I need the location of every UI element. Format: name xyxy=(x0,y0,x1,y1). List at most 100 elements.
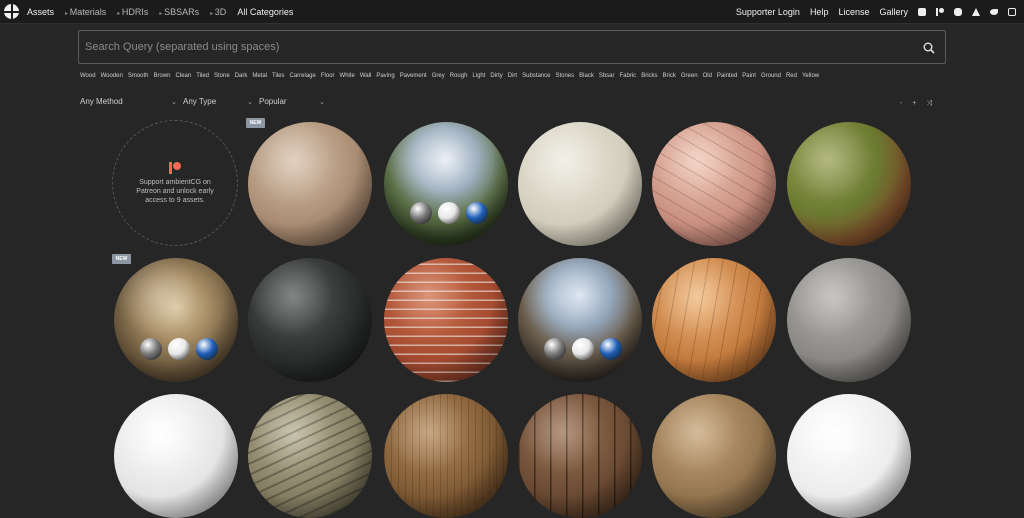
nav-item-all-categories[interactable]: All Categories xyxy=(237,7,293,17)
asset-thumbnail[interactable] xyxy=(787,258,911,382)
tag-smooth[interactable]: Smooth xyxy=(128,73,149,79)
asset-thumbnail[interactable] xyxy=(384,394,508,518)
asset-thumbnail[interactable] xyxy=(652,258,776,382)
tag-carrelage[interactable]: Carrelage xyxy=(290,73,316,79)
secondary-nav: Supporter Login Help License Gallery xyxy=(736,7,1016,17)
tag-wood[interactable]: Wood xyxy=(80,73,96,79)
sort-select[interactable]: Popular ⌄ xyxy=(259,97,325,106)
asset-thumbnail[interactable] xyxy=(248,394,372,518)
tag-green[interactable]: Green xyxy=(681,73,698,79)
asset-thumbnail[interactable] xyxy=(787,122,911,246)
search-input[interactable] xyxy=(85,39,905,55)
tag-tiles[interactable]: Tiles xyxy=(272,73,284,79)
nav-item-assets[interactable]: Assets xyxy=(27,7,54,17)
tag-ground[interactable]: Ground xyxy=(761,73,781,79)
asset-card[interactable] xyxy=(114,394,238,518)
main-nav: Assets Materials HDRIs SBSARs 3D All Categori… xyxy=(27,7,293,17)
asset-card[interactable] xyxy=(787,394,911,518)
asset-thumbnail[interactable] xyxy=(384,122,508,246)
nav-link-supporter-login[interactable]: Supporter Login xyxy=(736,7,800,17)
patreon-icon[interactable] xyxy=(936,7,944,16)
tag-floor[interactable]: Floor xyxy=(321,73,335,79)
nav-item-3d[interactable]: 3D xyxy=(210,7,227,17)
tag-black[interactable]: Black xyxy=(579,73,594,79)
tag-fabric[interactable]: Fabric xyxy=(620,73,637,79)
tag-yellow[interactable]: Yellow xyxy=(802,73,819,79)
shuffle-icon[interactable]: ⤨ xyxy=(926,100,932,108)
asset-thumbnail[interactable] xyxy=(652,122,776,246)
tag-old[interactable]: Old xyxy=(703,73,712,79)
tag-wooden[interactable]: Wooden xyxy=(101,73,123,79)
tag-stones[interactable]: Stones xyxy=(555,73,574,79)
tag-stone[interactable]: Stone xyxy=(214,73,230,79)
tag-bricks[interactable]: Bricks xyxy=(641,73,657,79)
asset-thumbnail[interactable] xyxy=(518,122,642,246)
asset-card[interactable] xyxy=(518,258,642,382)
asset-card[interactable] xyxy=(384,122,508,246)
tag-paving[interactable]: Paving xyxy=(376,73,394,79)
asset-thumbnail[interactable] xyxy=(787,394,911,518)
asset-card[interactable] xyxy=(114,258,238,382)
asset-thumbnail[interactable] xyxy=(114,394,238,518)
tag-brick[interactable]: Brick xyxy=(663,73,676,79)
asset-card[interactable] xyxy=(384,394,508,518)
kofi-icon[interactable] xyxy=(918,7,926,16)
tag-white[interactable]: White xyxy=(340,73,355,79)
tag-rough[interactable]: Rough xyxy=(450,73,468,79)
zoom-in-button[interactable]: + xyxy=(912,100,916,108)
tag-metal[interactable]: Metal xyxy=(252,73,267,79)
preview-ball xyxy=(466,202,488,224)
asset-card[interactable] xyxy=(248,122,372,246)
nav-item-hdris[interactable]: HDRIs xyxy=(117,7,149,17)
asset-card[interactable] xyxy=(787,258,911,382)
tag-pavement[interactable]: Pavement xyxy=(400,73,427,79)
tag-dirt[interactable]: Dirt xyxy=(508,73,517,79)
nav-link-gallery[interactable]: Gallery xyxy=(879,7,908,17)
nav-item-materials[interactable]: Materials xyxy=(65,7,107,17)
tag-painted[interactable]: Painted xyxy=(717,73,737,79)
search-icon[interactable] xyxy=(923,42,935,54)
asset-card[interactable] xyxy=(384,258,508,382)
type-select[interactable]: Any Type ⌄ xyxy=(183,97,253,106)
tag-clean[interactable]: Clean xyxy=(176,73,192,79)
nav-link-help[interactable]: Help xyxy=(810,7,829,17)
patreon-promo[interactable]: Support ambientCG on Patreon and unlock … xyxy=(112,120,238,246)
chevron-down-icon: ⌄ xyxy=(247,98,253,106)
asset-card[interactable] xyxy=(518,122,642,246)
tag-sbsar[interactable]: Sbsar xyxy=(599,73,615,79)
tag-dirty[interactable]: Dirty xyxy=(490,73,502,79)
tag-paint[interactable]: Paint xyxy=(742,73,756,79)
method-select[interactable]: Any Method ⌄ xyxy=(80,97,177,106)
asset-thumbnail[interactable] xyxy=(518,258,642,382)
asset-thumbnail[interactable] xyxy=(114,258,238,382)
tag-brown[interactable]: Brown xyxy=(154,73,171,79)
nav-item-sbsars[interactable]: SBSARs xyxy=(159,7,199,17)
asset-card[interactable] xyxy=(652,258,776,382)
asset-card[interactable] xyxy=(518,394,642,518)
tag-substance[interactable]: Substance xyxy=(522,73,550,79)
asset-thumbnail[interactable] xyxy=(248,122,372,246)
patreon-promo-text: Support ambientCG on Patreon and unlock … xyxy=(136,178,214,204)
asset-card[interactable] xyxy=(248,258,372,382)
ambientcg-logo-icon[interactable] xyxy=(4,4,19,19)
tag-dark[interactable]: Dark xyxy=(235,73,248,79)
asset-thumbnail[interactable] xyxy=(384,258,508,382)
mastodon-icon[interactable] xyxy=(954,7,962,16)
nav-link-license[interactable]: License xyxy=(838,7,869,17)
asset-card[interactable] xyxy=(787,122,911,246)
asset-thumbnail[interactable] xyxy=(652,394,776,518)
asset-card[interactable] xyxy=(652,122,776,246)
tag-light[interactable]: Light xyxy=(472,73,485,79)
tag-grey[interactable]: Grey xyxy=(432,73,445,79)
tag-tiled[interactable]: Tiled xyxy=(196,73,209,79)
twitter-icon[interactable] xyxy=(990,8,998,15)
tag-wall[interactable]: Wall xyxy=(360,73,371,79)
asset-thumbnail[interactable] xyxy=(518,394,642,518)
asset-card[interactable] xyxy=(652,394,776,518)
instagram-icon[interactable] xyxy=(1008,7,1016,16)
artstation-icon[interactable] xyxy=(972,7,980,16)
zoom-out-button[interactable]: - xyxy=(900,100,902,108)
asset-card[interactable] xyxy=(248,394,372,518)
asset-thumbnail[interactable] xyxy=(248,258,372,382)
tag-red[interactable]: Red xyxy=(786,73,797,79)
